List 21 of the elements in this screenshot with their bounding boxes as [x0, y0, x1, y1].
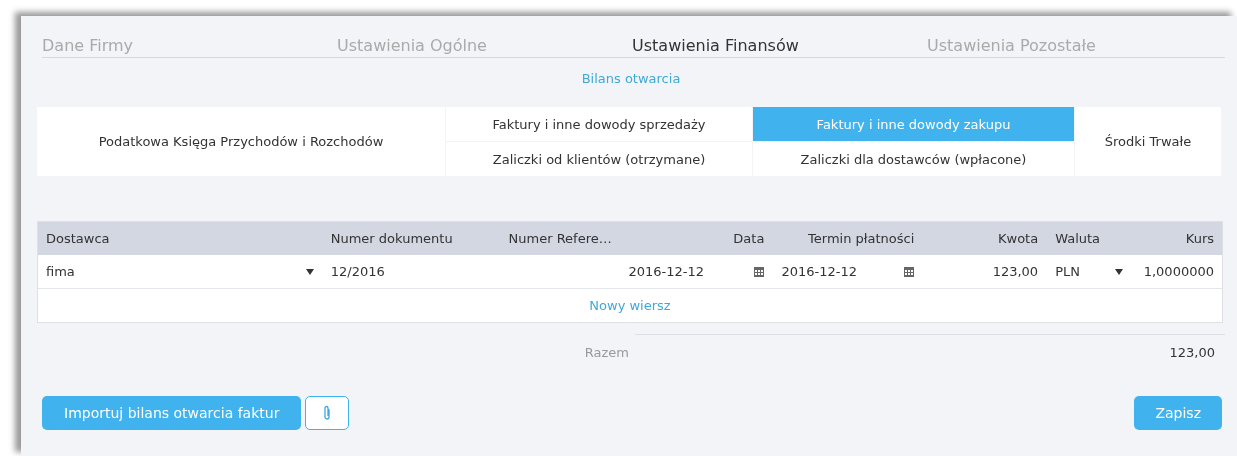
- category-tab[interactable]: Środki Trwałe: [1075, 107, 1221, 176]
- category-tab[interactable]: Podatkowa Księga Przychodów i Rozchodów: [37, 107, 445, 176]
- table-cell: 12/2016: [330, 264, 385, 279]
- total-label: Razem: [583, 345, 629, 360]
- select-field[interactable]: PLN: [1055, 264, 1124, 279]
- caret-icon: [1115, 268, 1124, 275]
- select-field[interactable]: fima: [46, 264, 314, 279]
- total-value: 123,00: [1169, 345, 1215, 360]
- calendar-icon: [904, 266, 915, 277]
- date-field[interactable]: 2016-12-12: [628, 264, 765, 279]
- calendar-icon: [754, 266, 765, 277]
- paperclip-icon: [323, 405, 332, 421]
- date-field[interactable]: 2016-12-12: [781, 264, 915, 279]
- category-tab[interactable]: Faktury i inne dowody sprzedaży: [446, 107, 752, 141]
- table-cell: 123,00: [992, 264, 1039, 279]
- attach-button[interactable]: [305, 396, 350, 430]
- table-cell: 1,0000000: [1143, 264, 1214, 279]
- category-tab[interactable]: Zaliczki dla dostawców (wpłacone): [753, 142, 1074, 176]
- category-tab[interactable]: Zaliczki od klientów (otrzymane): [446, 142, 752, 176]
- tab[interactable]: Ustawienia Finansów: [632, 36, 927, 57]
- caret-icon: [305, 268, 314, 275]
